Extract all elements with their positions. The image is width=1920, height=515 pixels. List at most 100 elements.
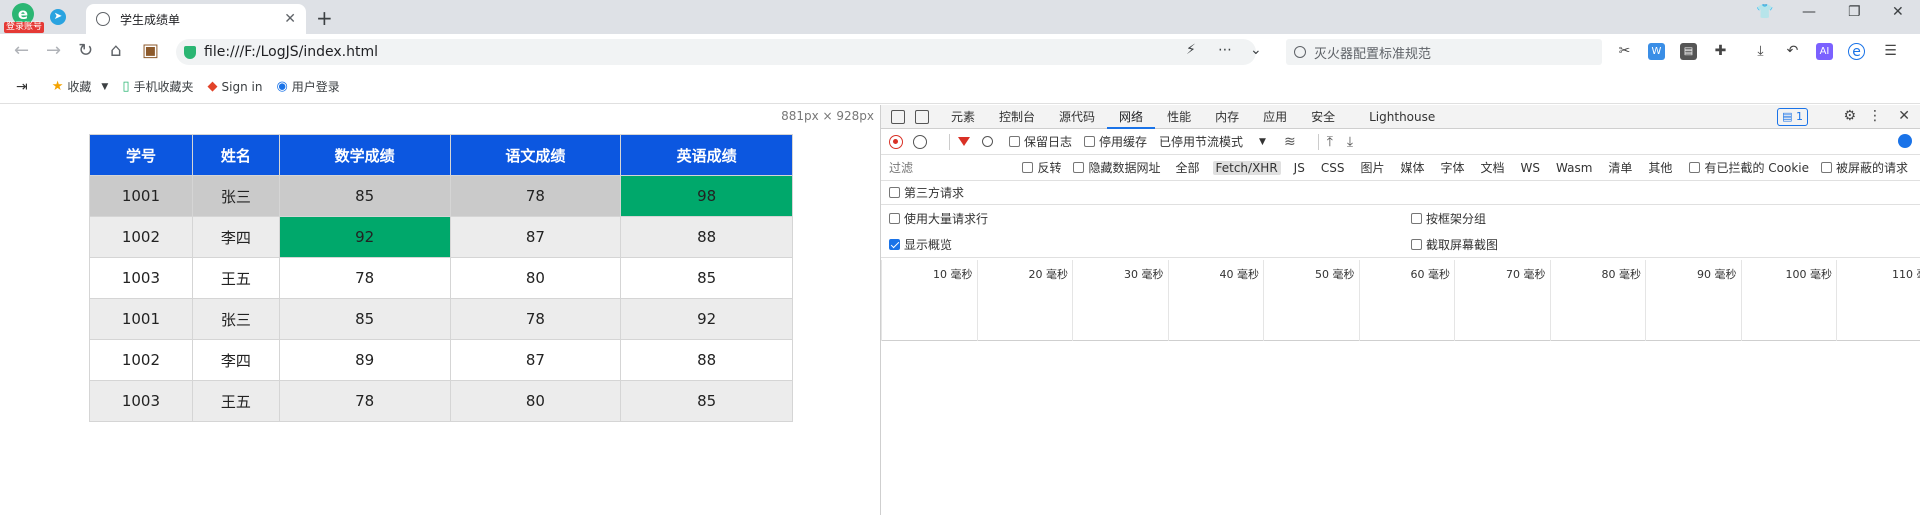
telegram-icon[interactable]: ➤ xyxy=(50,9,66,25)
record-icon[interactable] xyxy=(889,134,903,149)
type-all[interactable]: 全部 xyxy=(1172,159,1202,176)
tab-elements[interactable]: 元素 xyxy=(939,105,987,129)
tab-security[interactable]: 安全 xyxy=(1299,105,1347,129)
type-js[interactable]: JS xyxy=(1291,161,1308,175)
type-fetch-xhr[interactable]: Fetch/XHR xyxy=(1212,160,1281,175)
checkbox[interactable] xyxy=(1689,162,1701,173)
type-font[interactable]: 字体 xyxy=(1437,159,1467,176)
device-toolbar-icon[interactable] xyxy=(915,109,929,124)
capture-screenshots-checkbox[interactable]: 截取屏幕截图 xyxy=(1411,236,1498,253)
checkbox[interactable] xyxy=(889,212,900,224)
checkbox[interactable] xyxy=(1009,136,1020,147)
type-wasm[interactable]: Wasm xyxy=(1553,161,1595,175)
checkbox[interactable] xyxy=(1022,162,1034,173)
phone-icon: ▯ xyxy=(122,79,130,94)
upload-icon[interactable]: ⤒ xyxy=(1327,134,1333,150)
checkbox[interactable] xyxy=(1073,162,1085,173)
bookmark-mobile[interactable]: ▯ 手机收藏夹 xyxy=(122,78,193,95)
star-icon: ★ xyxy=(51,79,64,94)
download-icon[interactable]: ⤓ xyxy=(1752,43,1769,60)
inspect-element-icon[interactable] xyxy=(891,109,905,124)
home-icon[interactable]: ⌂ xyxy=(110,42,121,60)
login-badge[interactable]: 登录账号 xyxy=(4,22,45,33)
disable-cache-checkbox[interactable]: 停用缓存 xyxy=(1084,133,1147,150)
type-other[interactable]: 其他 xyxy=(1645,159,1675,176)
filter-icon[interactable] xyxy=(958,137,970,146)
tab-sources[interactable]: 源代码 xyxy=(1047,105,1107,129)
search-box[interactable]: 灭火器配置标准规范 xyxy=(1286,39,1602,65)
lightning-icon[interactable]: ⚡ xyxy=(1186,42,1196,58)
download-icon[interactable]: ⤓ xyxy=(1347,134,1353,150)
type-css[interactable]: CSS xyxy=(1318,161,1348,175)
word-ext-icon[interactable]: W xyxy=(1648,43,1665,60)
hide-data-urls-checkbox[interactable]: 隐藏数据网址 xyxy=(1073,159,1160,176)
bookmark-signin[interactable]: ◆ Sign in xyxy=(208,79,263,94)
checkbox[interactable] xyxy=(1820,162,1832,173)
chevron-down-icon[interactable]: ⌄ xyxy=(1250,42,1262,58)
filter-input[interactable]: 过滤 xyxy=(889,158,1010,178)
bookmark-user-login[interactable]: ◉ 用户登录 xyxy=(276,78,339,95)
tab-console[interactable]: 控制台 xyxy=(987,105,1047,129)
new-tab-button[interactable]: + xyxy=(316,6,333,30)
type-ws[interactable]: WS xyxy=(1518,161,1543,175)
shirt-icon[interactable]: 👕 xyxy=(1756,4,1773,20)
group-by-frame-checkbox[interactable]: 按框架分组 xyxy=(1411,210,1486,227)
puzzle-icon[interactable]: ✚ xyxy=(1712,43,1729,60)
forward-icon[interactable]: → xyxy=(46,42,61,60)
checkbox[interactable] xyxy=(1411,238,1422,250)
ai-icon[interactable]: AI xyxy=(1816,43,1833,60)
tab-memory[interactable]: 内存 xyxy=(1203,105,1251,129)
bookmark-favorites[interactable]: ★ 收藏 ▼ xyxy=(52,78,109,95)
checkbox[interactable] xyxy=(1411,212,1422,224)
throttling-select[interactable]: 已停用节流模式 ▼ xyxy=(1159,133,1266,150)
checkbox-checked[interactable] xyxy=(889,238,900,250)
minimize-button[interactable]: — xyxy=(1802,4,1816,20)
tab-active[interactable]: 学生成绩单 ✕ xyxy=(86,4,306,34)
close-window-button[interactable]: ✕ xyxy=(1892,4,1904,20)
more-vert-icon[interactable]: ⋮ xyxy=(1868,108,1882,124)
scissors-icon[interactable]: ✂ xyxy=(1616,43,1633,60)
close-devtools-icon[interactable]: ✕ xyxy=(1898,108,1910,124)
reload-icon[interactable]: ↻ xyxy=(78,42,93,60)
wifi-icon[interactable]: ≋ xyxy=(1284,134,1296,150)
blocked-requests-checkbox[interactable]: 被屏蔽的请求 xyxy=(1820,159,1908,176)
caret-down-icon[interactable]: ▼ xyxy=(101,82,108,92)
close-tab-icon[interactable]: ✕ xyxy=(284,11,296,27)
search-icon[interactable] xyxy=(982,136,993,147)
ie-icon[interactable]: e xyxy=(1848,43,1865,60)
show-overview-checkbox[interactable]: 显示概览 xyxy=(889,236,952,253)
blocked-cookies-checkbox[interactable]: 有已拦截的 Cookie xyxy=(1689,159,1809,176)
timeline-column: 60 毫秒 xyxy=(1358,260,1455,341)
tab-lighthouse[interactable]: Lighthouse xyxy=(1357,105,1447,129)
third-party-checkbox[interactable]: 第三方请求 xyxy=(889,184,964,201)
type-media[interactable]: 媒体 xyxy=(1397,159,1427,176)
type-manifest[interactable]: 清单 xyxy=(1605,159,1635,176)
more-dots-icon[interactable]: ⋯ xyxy=(1218,42,1232,58)
cell-english: 92 xyxy=(620,298,793,340)
checkbox[interactable] xyxy=(889,187,900,198)
invert-checkbox[interactable]: 反转 xyxy=(1022,159,1061,176)
issues-badge[interactable]: ▤ 1 xyxy=(1777,108,1808,126)
menu-icon[interactable]: ☰ xyxy=(1882,43,1899,60)
preserve-log-checkbox[interactable]: 保留日志 xyxy=(1009,133,1072,150)
type-img[interactable]: 图片 xyxy=(1357,159,1387,176)
undo-icon[interactable]: ↶ xyxy=(1784,43,1801,60)
tab-application[interactable]: 应用 xyxy=(1251,105,1299,129)
url-text[interactable]: file:///F:/LogJS/index.html xyxy=(204,44,378,60)
restore-button[interactable]: ❐ xyxy=(1848,4,1861,20)
network-settings-icon[interactable] xyxy=(1898,134,1912,148)
reader-ext-icon[interactable]: ▤ xyxy=(1680,43,1697,60)
briefcase-icon[interactable]: ▣ xyxy=(142,42,159,60)
large-rows-checkbox[interactable]: 使用大量请求行 xyxy=(889,210,988,227)
checkbox[interactable] xyxy=(1084,136,1096,147)
address-bar[interactable]: file:///F:/LogJS/index.html xyxy=(176,39,1256,65)
browser-logo[interactable]: e 登录账号 xyxy=(4,3,45,33)
tab-network[interactable]: 网络 xyxy=(1107,105,1156,129)
settings-icon[interactable]: ⚙ xyxy=(1843,108,1856,124)
type-doc[interactable]: 文档 xyxy=(1478,159,1508,176)
cell-id: 1002 xyxy=(89,216,193,258)
tab-performance[interactable]: 性能 xyxy=(1155,105,1203,129)
clear-icon[interactable] xyxy=(913,134,927,149)
sidebar-toggle-icon[interactable]: ⇥ xyxy=(16,79,28,95)
back-icon[interactable]: ← xyxy=(14,42,29,60)
